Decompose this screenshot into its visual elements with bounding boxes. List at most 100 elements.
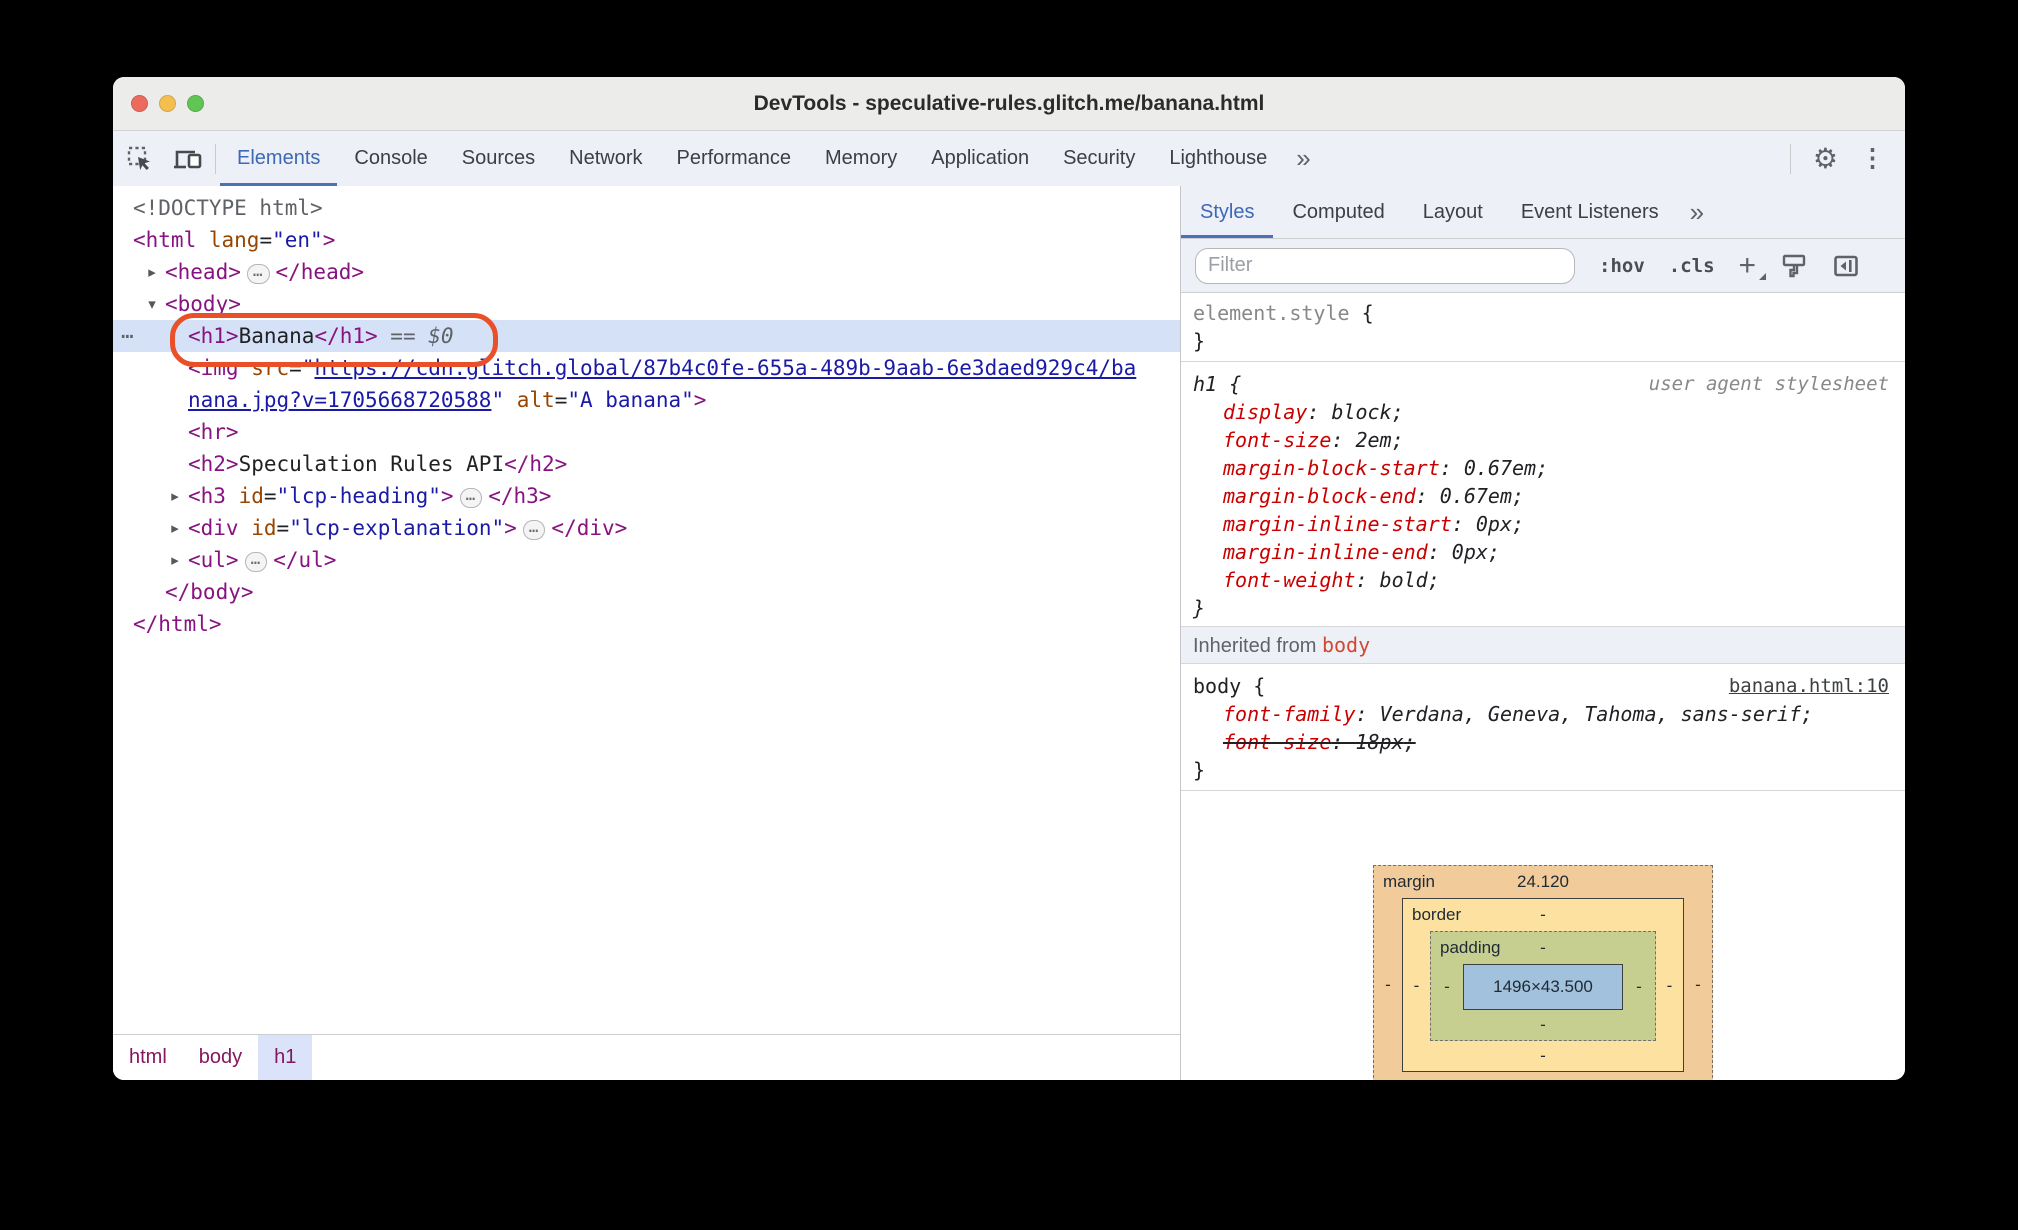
- element-classes-toggle[interactable]: .cls: [1669, 255, 1715, 277]
- inspect-element-icon[interactable]: [125, 144, 155, 174]
- css-declaration[interactable]: font-size: 2em;: [1193, 426, 1893, 454]
- inline-ellipsis-icon[interactable]: …: [522, 519, 546, 540]
- styles-filter-input[interactable]: [1195, 247, 1575, 284]
- css-declaration[interactable]: margin-inline-end: 0px;: [1193, 538, 1893, 566]
- tab-security[interactable]: Security: [1046, 131, 1152, 186]
- rendering-emulation-icon[interactable]: [1780, 252, 1808, 280]
- css-property-value[interactable]: 18px: [1355, 730, 1403, 754]
- breadcrumb-item-html[interactable]: html: [113, 1035, 183, 1080]
- zoom-window-button[interactable]: [187, 95, 204, 112]
- css-property-name[interactable]: margin-inline-end: [1223, 540, 1428, 564]
- margin-top-value[interactable]: 24.120: [1517, 872, 1569, 892]
- padding-left-value[interactable]: -: [1431, 977, 1463, 997]
- css-declaration[interactable]: margin-inline-start: 0px;: [1193, 510, 1893, 538]
- tab-memory[interactable]: Memory: [808, 131, 914, 186]
- tab-elements[interactable]: Elements: [220, 131, 337, 186]
- stylesheet-source-link[interactable]: banana.html:10: [1729, 672, 1889, 700]
- rule-selector[interactable]: body: [1193, 674, 1241, 698]
- dom-tree-line[interactable]: ▾ <body>: [113, 288, 1180, 320]
- border-left-value[interactable]: -: [1403, 976, 1430, 996]
- tab-lighthouse[interactable]: Lighthouse: [1152, 131, 1284, 186]
- window-titlebar[interactable]: DevTools - speculative-rules.glitch.me/b…: [113, 77, 1905, 131]
- collapse-sidebar-icon[interactable]: [1832, 252, 1860, 280]
- body-rule[interactable]: banana.html:10 body { font-family: Verdan…: [1181, 664, 1905, 791]
- expand-collapsed-icon[interactable]: ▸: [141, 256, 163, 288]
- new-style-rule-button[interactable]: +: [1739, 250, 1766, 281]
- css-property-name[interactable]: font-family: [1223, 702, 1355, 726]
- more-panels-button[interactable]: »: [1284, 131, 1324, 186]
- sidebar-tab-event-listeners[interactable]: Event Listeners: [1502, 186, 1678, 238]
- css-property-value[interactable]: Verdana, Geneva, Tahoma, sans-serif: [1380, 702, 1801, 726]
- sidebar-tab-styles[interactable]: Styles: [1181, 186, 1273, 238]
- css-property-name[interactable]: display: [1223, 400, 1307, 424]
- border-bottom-value[interactable]: -: [1540, 1046, 1546, 1066]
- css-property-value[interactable]: 2em: [1355, 428, 1391, 452]
- minimize-window-button[interactable]: [159, 95, 176, 112]
- sidebar-tab-computed[interactable]: Computed: [1273, 186, 1403, 238]
- h1-user-agent-rule[interactable]: user agent stylesheet h1 { display: block…: [1181, 362, 1905, 627]
- css-property-value[interactable]: bold: [1380, 568, 1428, 592]
- dom-tree-line[interactable]: <img src="https://cdn.glitch.global/87b4…: [113, 352, 1180, 384]
- inline-ellipsis-icon[interactable]: …: [459, 487, 483, 508]
- css-declaration[interactable]: display: block;: [1193, 398, 1893, 426]
- margin-right-value[interactable]: -: [1684, 975, 1712, 995]
- dom-tree-line[interactable]: ▸ <div id="lcp-explanation">… </div>: [113, 512, 1180, 544]
- dom-tree-line[interactable]: </html>: [113, 608, 1180, 640]
- box-model-padding[interactable]: padding - - 1496×43.500 - -: [1430, 931, 1656, 1041]
- tab-network[interactable]: Network: [552, 131, 659, 186]
- padding-right-value[interactable]: -: [1623, 977, 1655, 997]
- css-property-name[interactable]: margin-block-start: [1223, 456, 1440, 480]
- inline-ellipsis-icon[interactable]: …: [244, 551, 268, 572]
- device-toolbar-icon[interactable]: [171, 144, 205, 174]
- css-declaration[interactable]: font-weight: bold;: [1193, 566, 1893, 594]
- pseudo-state-toggle[interactable]: :hov: [1599, 255, 1645, 277]
- dom-tree-line[interactable]: ▸ <head>… </head>: [113, 256, 1180, 288]
- css-property-value[interactable]: 0px: [1452, 540, 1488, 564]
- sidebar-tab-layout[interactable]: Layout: [1404, 186, 1502, 238]
- css-property-name[interactable]: margin-inline-start: [1223, 512, 1452, 536]
- breadcrumb-item-body[interactable]: body: [183, 1035, 258, 1080]
- close-window-button[interactable]: [131, 95, 148, 112]
- expand-collapsed-icon[interactable]: ▸: [164, 480, 186, 512]
- css-declaration[interactable]: margin-block-end: 0.67em;: [1193, 482, 1893, 510]
- css-property-value[interactable]: block: [1331, 400, 1391, 424]
- css-property-name[interactable]: font-weight: [1223, 568, 1355, 592]
- padding-top-value[interactable]: -: [1540, 938, 1546, 958]
- inherited-node-link[interactable]: body: [1322, 633, 1370, 657]
- box-model-border[interactable]: border - - padding - - 1496×43.500 - - -…: [1402, 898, 1684, 1072]
- dom-tree-line[interactable]: nana.jpg?v=1705668720588" alt="A banana"…: [113, 384, 1180, 416]
- dom-tree-line[interactable]: <h2>Speculation Rules API</h2>: [113, 448, 1180, 480]
- css-property-value[interactable]: 0px: [1476, 512, 1512, 536]
- css-property-value[interactable]: 0.67em: [1464, 456, 1536, 480]
- tab-console[interactable]: Console: [337, 131, 444, 186]
- css-declaration[interactable]: font-family: Verdana, Geneva, Tahoma, sa…: [1193, 700, 1893, 728]
- margin-bottom-value[interactable]: -: [1540, 1077, 1546, 1080]
- tab-sources[interactable]: Sources: [445, 131, 552, 186]
- dom-tree-line[interactable]: <!DOCTYPE html>: [113, 192, 1180, 224]
- dom-tree-line[interactable]: ▸ <h3 id="lcp-heading">… </h3>: [113, 480, 1180, 512]
- css-declaration[interactable]: font-size: 18px;: [1193, 728, 1893, 756]
- expand-collapsed-icon[interactable]: ▸: [164, 512, 186, 544]
- element-style-rule[interactable]: element.style { }: [1181, 293, 1905, 362]
- css-property-name[interactable]: margin-block-end: [1223, 484, 1416, 508]
- border-right-value[interactable]: -: [1656, 976, 1683, 996]
- dom-tree-line[interactable]: ▸ <ul>… </ul>: [113, 544, 1180, 576]
- border-top-value[interactable]: -: [1540, 905, 1546, 925]
- expand-expanded-icon[interactable]: ▾: [141, 288, 163, 320]
- breadcrumb-item-h1[interactable]: h1: [258, 1035, 313, 1080]
- tab-application[interactable]: Application: [914, 131, 1046, 186]
- dom-tree-line[interactable]: ⋯ <h1>Banana</h1> == $0: [113, 313, 1180, 367]
- css-property-name[interactable]: font-size: [1223, 428, 1331, 452]
- box-model-margin[interactable]: margin 24.120 - border - - padding - - 1…: [1373, 865, 1713, 1080]
- rule-selector[interactable]: h1: [1193, 372, 1217, 396]
- dom-tree-line[interactable]: <hr>: [113, 416, 1180, 448]
- sidebar-more-tabs-button[interactable]: »: [1678, 186, 1718, 238]
- settings-gear-icon[interactable]: ⚙: [1813, 144, 1838, 173]
- tab-performance[interactable]: Performance: [660, 131, 809, 186]
- element-style-selector[interactable]: element.style: [1193, 301, 1350, 325]
- expand-collapsed-icon[interactable]: ▸: [164, 544, 186, 576]
- inline-ellipsis-icon[interactable]: …: [246, 263, 270, 284]
- dom-tree-line[interactable]: <html lang="en">: [113, 224, 1180, 256]
- padding-bottom-value[interactable]: -: [1540, 1015, 1546, 1035]
- dom-tree-line[interactable]: </body>: [113, 576, 1180, 608]
